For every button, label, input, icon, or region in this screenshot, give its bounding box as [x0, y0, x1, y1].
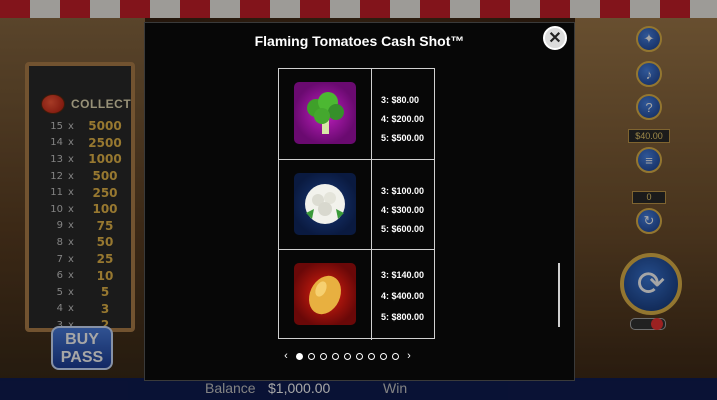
cauliflower-icon — [294, 173, 356, 235]
page-dot[interactable] — [392, 352, 399, 360]
pay-line: 3: $100.00 — [381, 186, 425, 196]
page-dot[interactable] — [308, 352, 315, 360]
pay-line: 5: $800.00 — [381, 312, 425, 322]
page-dot[interactable] — [296, 352, 303, 360]
pay-line: 4: $400.00 — [381, 291, 425, 301]
chevron-right-icon[interactable]: › — [404, 350, 414, 362]
page-dot[interactable] — [380, 352, 387, 360]
page-dot[interactable] — [332, 352, 339, 360]
page-dots — [296, 352, 399, 360]
potato-icon — [294, 263, 356, 325]
chevron-left-icon[interactable]: ‹ — [281, 350, 291, 362]
pay-line: 5: $600.00 — [381, 224, 425, 234]
symbol-cell — [279, 250, 372, 340]
pay-cell: 3: $140.00 4: $400.00 5: $800.00 — [381, 250, 434, 340]
pager: ‹ › — [281, 350, 414, 362]
pay-cell: 3: $100.00 4: $300.00 5: $600.00 — [381, 160, 434, 250]
page-dot[interactable] — [368, 352, 375, 360]
pay-line: 4: $200.00 — [381, 114, 425, 124]
pay-line: 3: $140.00 — [381, 270, 425, 280]
symbol-row: 3: $100.00 4: $300.00 5: $600.00 — [279, 159, 434, 250]
pay-cell: 3: $80.00 4: $200.00 5: $500.00 — [381, 69, 434, 159]
broccoli-icon — [294, 82, 356, 144]
pay-line: 4: $300.00 — [381, 205, 425, 215]
page-dot[interactable] — [344, 352, 351, 360]
page-dot[interactable] — [356, 352, 363, 360]
modal-title: Flaming Tomatoes Cash Shot™ — [254, 33, 465, 49]
symbol-cell — [279, 69, 372, 159]
symbol-pay-grid: 3: $80.00 4: $200.00 5: $500.00 3: $100.… — [278, 68, 435, 340]
pay-line: 5: $500.00 — [381, 133, 425, 143]
scrollbar[interactable] — [558, 263, 560, 327]
symbol-row: 3: $80.00 4: $200.00 5: $500.00 — [279, 69, 434, 159]
close-icon[interactable]: ✕ — [543, 26, 567, 50]
paytable-modal: Flaming Tomatoes Cash Shot™ ✕ 3: $80.00 … — [144, 22, 575, 381]
symbol-cell — [279, 160, 372, 250]
page-dot[interactable] — [320, 352, 327, 360]
symbol-row: 3: $140.00 4: $400.00 5: $800.00 — [279, 249, 434, 340]
pay-line: 3: $80.00 — [381, 95, 420, 105]
